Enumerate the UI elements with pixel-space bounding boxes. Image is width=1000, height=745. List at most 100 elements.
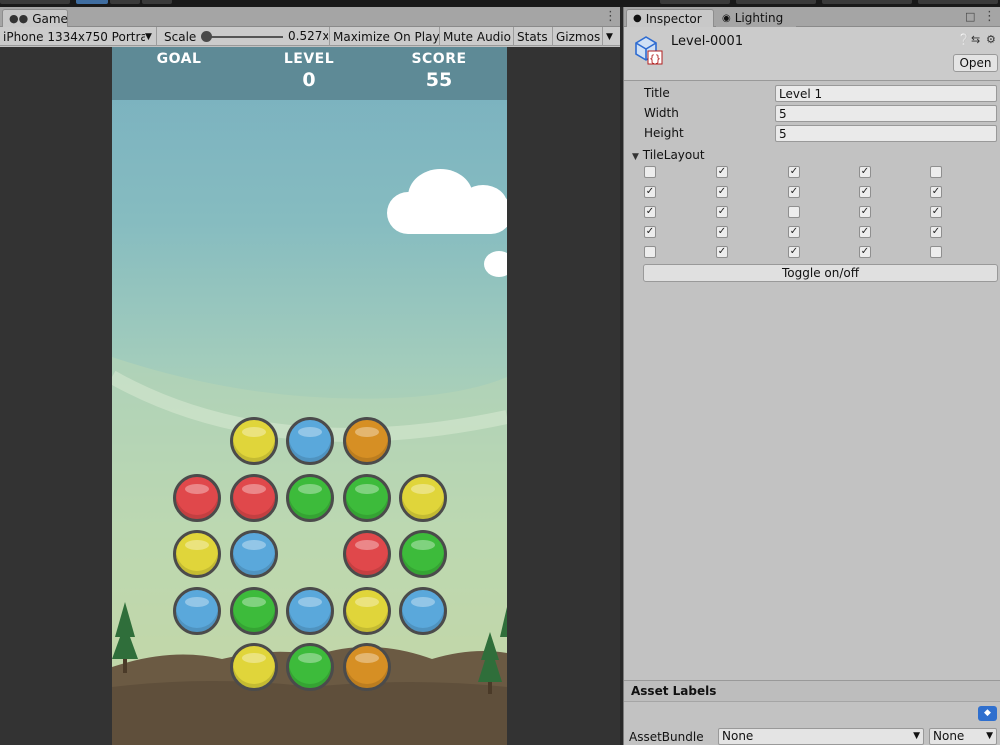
height-property: Height 5 [624,123,1000,143]
scale-slider[interactable]: Scale 0.527x [158,27,330,46]
maximize-on-play-button[interactable]: Maximize On Play [330,27,440,46]
orange-gem[interactable] [343,643,391,691]
tile-checkbox[interactable]: ✓ [644,226,656,238]
variant-dropdown[interactable]: None ▼ [929,728,997,745]
yellow-gem[interactable] [230,417,278,465]
toolbar-segment[interactable] [660,0,730,4]
help-icon[interactable]: ❔ [957,33,971,46]
open-button[interactable]: Open [953,54,998,72]
gizmos-dropdown[interactable]: ▼ [603,27,620,46]
scale-slider-track[interactable] [203,36,283,38]
toolbar-segment[interactable] [822,0,912,4]
tile-layout-foldout[interactable]: ▼ TileLayout [632,148,705,162]
tab-lighting[interactable]: ◉ Lighting [716,9,796,27]
tile-checkbox[interactable] [788,206,800,218]
resolution-dropdown[interactable]: iPhone 1334x750 Portrait ▼ [0,27,157,46]
tab-inspector[interactable]: ● Inspector [626,9,714,27]
dropdown-arrow-icon: ▼ [913,731,920,741]
game-viewport[interactable]: GOAL LEVEL 0 SCORE 55 [0,47,620,745]
tile-checkbox[interactable]: ✓ [788,226,800,238]
toggle-button[interactable]: Toggle on/off [643,264,998,282]
width-property: Width 5 [624,103,1000,123]
toolbar-segment[interactable] [918,0,998,4]
variant-value: None [933,729,965,743]
preset-icon[interactable]: ⇆ [971,33,980,46]
tile-checkbox[interactable]: ✓ [859,166,871,178]
game-view[interactable]: GOAL LEVEL 0 SCORE 55 [112,47,507,745]
lock-icon[interactable]: □ [965,10,975,24]
tile-checkbox[interactable] [644,246,656,258]
gamepad-icon: ●● [9,12,29,25]
yellow-gem[interactable] [230,643,278,691]
tab-game-label: Game [32,11,68,26]
panel-menu-icon[interactable]: ⋮ [604,10,617,24]
tile-checkbox[interactable]: ✓ [716,246,728,258]
tile-checkbox[interactable]: ✓ [716,226,728,238]
toolbar-segment[interactable] [110,0,140,4]
gear-icon[interactable]: ⚙ [986,33,996,46]
info-icon: ● [633,13,642,24]
panel-menu-icon[interactable]: ⋮ [983,10,996,24]
assetbundle-dropdown[interactable]: None ▼ [718,728,924,745]
tile-checkbox[interactable]: ✓ [716,166,728,178]
yellow-gem[interactable] [173,530,221,578]
green-gem[interactable] [343,474,391,522]
tile-checkbox[interactable]: ✓ [930,226,942,238]
red-gem[interactable] [230,474,278,522]
lightbulb-icon: ◉ [722,12,731,24]
foldout-arrow-icon: ▼ [632,152,639,162]
tile-checkbox[interactable]: ✓ [644,206,656,218]
width-label: Width [644,106,679,120]
tile-checkbox[interactable] [644,166,656,178]
tile-checkbox[interactable]: ✓ [716,186,728,198]
tile-checkbox[interactable]: ✓ [930,206,942,218]
blue-gem[interactable] [286,417,334,465]
assetbundle-label: AssetBundle [629,730,704,744]
tab-lighting-label: Lighting [734,11,784,25]
title-field[interactable]: Level 1 [775,85,997,102]
green-gem[interactable] [286,643,334,691]
tab-game[interactable]: ●● Game [2,9,68,27]
red-gem[interactable] [343,530,391,578]
dropdown-arrow-icon: ▼ [145,31,152,42]
tile-checkbox[interactable] [930,166,942,178]
tile-checkbox[interactable]: ✓ [859,246,871,258]
stats-button[interactable]: Stats [514,27,553,46]
green-gem[interactable] [399,530,447,578]
toolbar-segment[interactable] [142,0,172,4]
assetbundle-row: AssetBundle None ▼ None ▼ [624,726,1000,745]
width-field[interactable]: 5 [775,105,997,122]
tile-checkbox[interactable]: ✓ [859,206,871,218]
tag-icon[interactable]: ◆ [978,706,997,721]
gizmos-label: Gizmos [556,29,601,44]
tile-checkbox[interactable]: ✓ [788,166,800,178]
yellow-gem[interactable] [399,474,447,522]
toolbar-segment[interactable] [736,0,816,4]
tile-checkbox[interactable] [930,246,942,258]
tile-checkbox[interactable]: ✓ [859,186,871,198]
tile-checkbox[interactable]: ✓ [644,186,656,198]
blue-gem[interactable] [286,587,334,635]
height-field[interactable]: 5 [775,125,997,142]
tile-checkbox[interactable]: ✓ [788,246,800,258]
gizmos-button[interactable]: Gizmos [553,27,603,46]
title-label: Title [644,86,670,100]
green-gem[interactable] [286,474,334,522]
blue-gem[interactable] [173,587,221,635]
game-toolbar: iPhone 1334x750 Portrait ▼ Scale 0.527x … [0,27,620,46]
tile-checkbox[interactable]: ✓ [716,206,728,218]
tile-checkbox[interactable]: ✓ [930,186,942,198]
tile-checkbox[interactable]: ✓ [788,186,800,198]
orange-gem[interactable] [343,417,391,465]
blue-gem[interactable] [230,530,278,578]
top-strip [0,0,1000,7]
yellow-gem[interactable] [343,587,391,635]
green-gem[interactable] [230,587,278,635]
blue-gem[interactable] [399,587,447,635]
title-property: Title Level 1 [624,83,1000,103]
tile-checkbox[interactable]: ✓ [859,226,871,238]
red-gem[interactable] [173,474,221,522]
mute-audio-button[interactable]: Mute Audio [440,27,514,46]
scale-slider-knob[interactable] [201,31,212,42]
toolbar-segment-active[interactable] [76,0,108,4]
